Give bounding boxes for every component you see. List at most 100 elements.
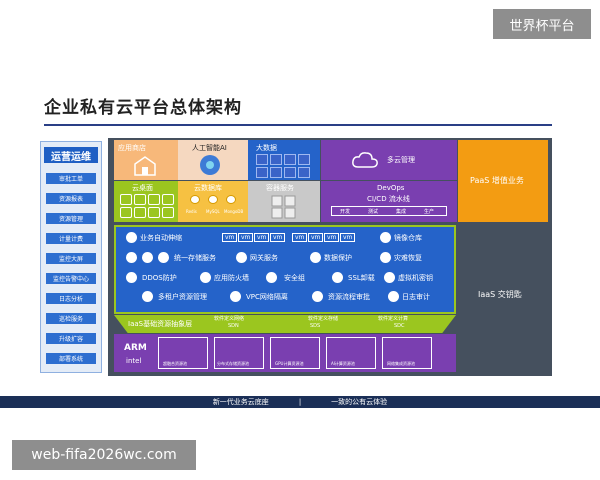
hw-pool: 网络集成资源池 <box>382 337 432 369</box>
resource-flow-label: 资源流程审批 <box>328 293 370 301</box>
data-cube-icon <box>256 154 268 165</box>
ops-item-alert: 监控告警中心 <box>46 273 96 284</box>
audit-icon <box>388 291 399 302</box>
vm-tag: vm <box>238 233 254 242</box>
paas-block: PaaS 增值业务 <box>458 140 548 222</box>
storage-icon <box>158 252 169 263</box>
ops-item-log: 日志分析 <box>46 293 96 304</box>
ops-sidebar: 运营运维 审批工单 资源报表 资源管理 计量计费 监控大屏 监控告警中心 日志分… <box>40 141 102 373</box>
hw-pool-label: 网络集成资源池 <box>387 361 415 366</box>
iaas-services-panel: 业务自动伸缩 vm vm vm vm vm vm vm vm 镜像仓库 统一存储… <box>114 225 456 314</box>
ssl-label: SSL卸载 <box>348 274 375 282</box>
vm-tag: vm <box>340 233 356 242</box>
desktop-icon <box>134 207 146 218</box>
app-store-label: 应用商店 <box>118 144 146 152</box>
database-icon <box>190 195 200 204</box>
hw-pool: GPU计算资源池 <box>270 337 320 369</box>
container-label: 容器服务 <box>266 184 294 192</box>
scale-icon <box>126 232 137 243</box>
iaas-base-layer: IaaS基础资源抽象层 软件定义网络 SDN 软件定义存储 SDS 软件定义计算… <box>114 315 456 333</box>
hw-pool-label: 分布式存储资源池 <box>217 361 249 366</box>
firewall-icon <box>200 272 211 283</box>
ops-item-resource: 资源管理 <box>46 213 96 224</box>
hw-pool: AI计算资源池 <box>326 337 376 369</box>
sdc-short-label: SDC <box>394 323 405 329</box>
network-service-label: 网关服务 <box>250 254 278 262</box>
desktop-icon <box>148 194 160 205</box>
auto-scale-label: 业务自动伸缩 <box>140 234 182 242</box>
watermark-top: 世界杯平台 <box>493 9 591 39</box>
shield-icon <box>266 272 277 283</box>
network-icon <box>236 252 247 263</box>
multicloud-block: 多云管理 <box>321 140 457 180</box>
workflow-icon <box>312 291 323 302</box>
title-underline <box>44 124 552 126</box>
image-repo-label: 镜像仓库 <box>394 234 422 242</box>
ddos-label: DDOS防护 <box>142 274 177 282</box>
bigdata-block: 大数据 <box>248 140 320 180</box>
bigdata-label: 大数据 <box>256 144 277 152</box>
ops-item-billing: 计量计费 <box>46 233 96 244</box>
ai-head-icon <box>200 155 220 175</box>
sds-short-label: SDS <box>310 323 321 329</box>
database-icon <box>226 195 236 204</box>
slogan-right: 一致的公有云体验 <box>331 398 388 406</box>
desktop-icon <box>134 194 146 205</box>
protection-icon <box>310 252 321 263</box>
storage-tag: MySQL <box>206 209 220 214</box>
waf-label: 应用防火墙 <box>214 274 249 282</box>
database-icon <box>208 195 218 204</box>
pipeline-stage: 生产 <box>424 209 435 215</box>
desktop-icon <box>162 194 174 205</box>
container-block: 容器服务 <box>248 181 320 222</box>
storage-tag: Redis <box>186 209 197 214</box>
iaas-turnkey-block: IaaS 交钥匙 <box>458 225 548 333</box>
page-title: 企业私有云平台总体架构 <box>44 98 242 118</box>
log-audit-label: 日志审计 <box>402 293 430 301</box>
pipeline-bar: 开发 测试 集成 生产 <box>331 206 447 216</box>
vpc-icon <box>230 291 241 302</box>
hw-pool: 超融合资源池 <box>158 337 208 369</box>
pipeline-stage: 集成 <box>396 209 407 215</box>
slogan-divider: | <box>298 398 302 406</box>
paas-label: PaaS 增值业务 <box>470 176 524 185</box>
intel-logo: intel <box>126 357 142 365</box>
multi-tenant-label: 多租户资源管理 <box>158 293 207 301</box>
storage-icon <box>126 252 137 263</box>
storage-tag: MongoDB <box>224 209 244 214</box>
vpc-label: VPC网络隔离 <box>246 293 288 301</box>
ops-item-inspect: 巡检服务 <box>46 313 96 324</box>
multicloud-label: 多云管理 <box>387 156 415 164</box>
pipeline-stage: 开发 <box>340 209 351 215</box>
arm-logo: ARM <box>124 343 147 353</box>
data-cube-icon <box>256 167 268 178</box>
ddos-icon <box>126 272 137 283</box>
disaster-recovery-label: 灾难恢复 <box>394 254 422 262</box>
desktop-icon <box>162 207 174 218</box>
cloud-desktop-block: 云桌面 <box>114 181 178 222</box>
vm-tag: vm <box>324 233 340 242</box>
hw-pool-label: AI计算资源池 <box>331 361 355 366</box>
hardware-layer: ARM intel 超融合资源池 分布式存储资源池 GPU计算资源池 AI计算资… <box>114 334 456 372</box>
cloud-icon <box>352 152 378 168</box>
vm-tag: vm <box>222 233 238 242</box>
key-icon <box>384 272 395 283</box>
vm-tag: vm <box>292 233 308 242</box>
vm-tag: vm <box>254 233 270 242</box>
ops-item-deploy: 部署系统 <box>46 353 96 364</box>
app-store-block: 应用商店 <box>114 140 178 180</box>
sdn-short-label: SDN <box>228 323 239 329</box>
data-cube-icon <box>270 167 282 178</box>
architecture-diagram: 应用商店 人工智能AI 大数据 多云管理 PaaS 增值业务 云桌面 云数据库 <box>108 138 552 376</box>
desktop-icon <box>148 207 160 218</box>
ops-item-upgrade: 升级扩容 <box>46 333 96 344</box>
ops-item-approval: 审批工单 <box>46 173 96 184</box>
desktop-icon <box>120 207 132 218</box>
data-cube-icon <box>270 154 282 165</box>
data-cube-icon <box>284 154 296 165</box>
hw-pool-label: 超融合资源池 <box>163 361 187 366</box>
data-cube-icon <box>298 167 310 178</box>
iaas-base-label: IaaS基础资源抽象层 <box>128 320 193 328</box>
devops-label: DevOps <box>377 184 405 192</box>
desktop-icon <box>120 194 132 205</box>
